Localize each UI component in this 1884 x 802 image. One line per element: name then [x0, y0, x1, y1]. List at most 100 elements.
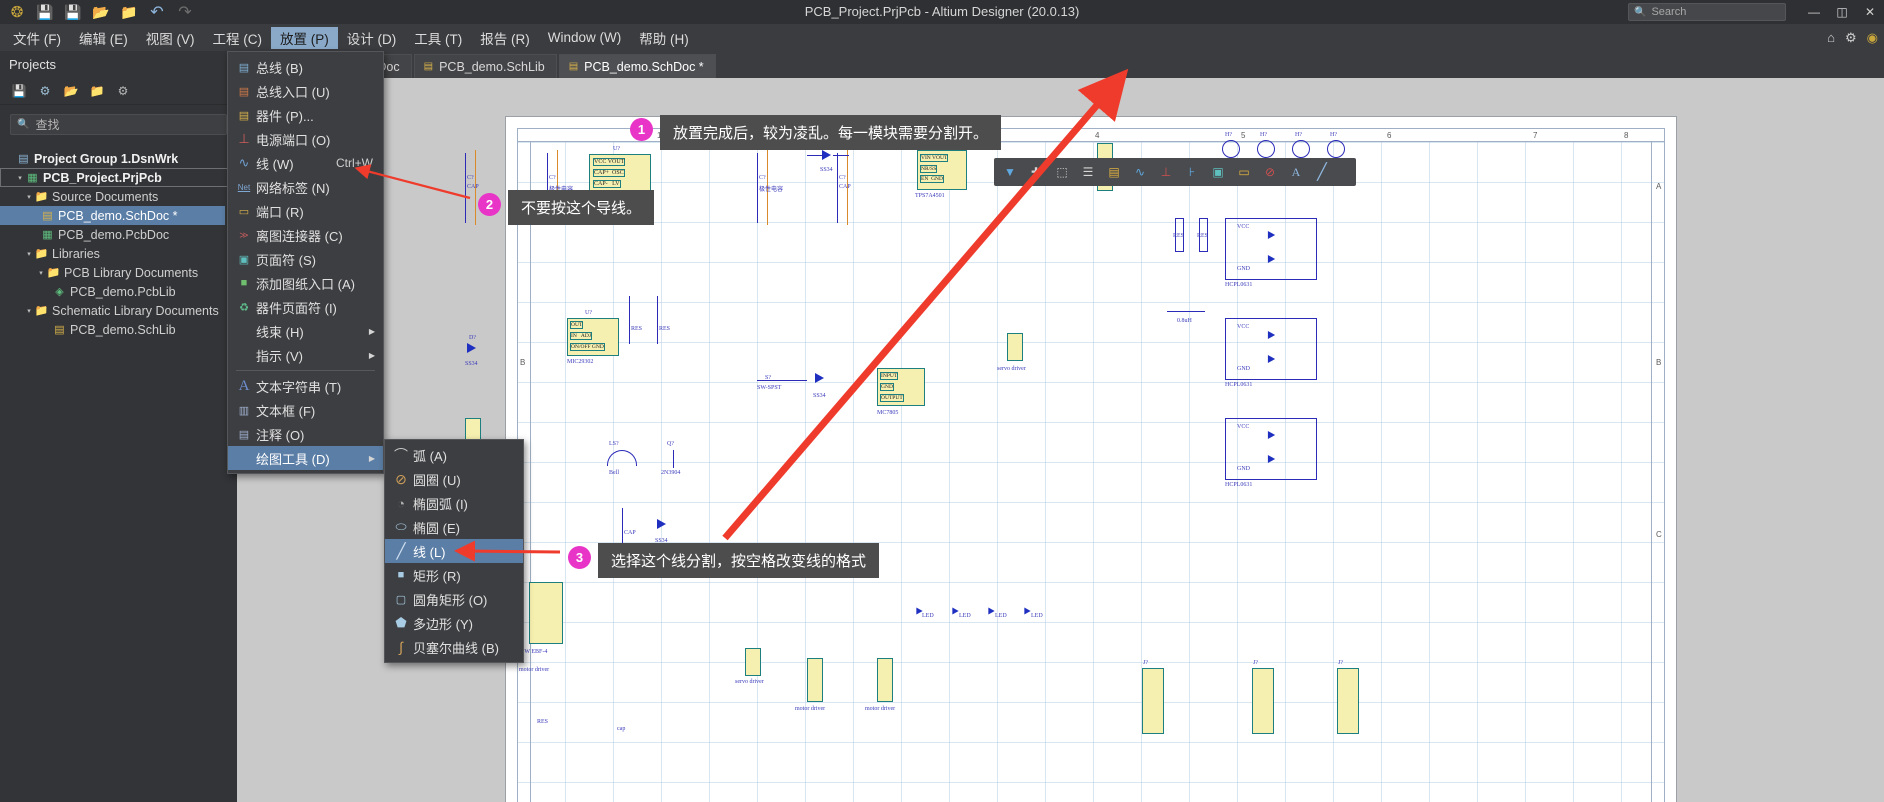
tree-item-source-documents[interactable]: ▾ 📁 Source Documents — [0, 187, 237, 206]
component-diode-ss34[interactable] — [657, 519, 666, 529]
no-erc-icon[interactable]: ⊘ — [1259, 161, 1281, 183]
component-connector-j3[interactable] — [1337, 668, 1359, 734]
tree-item-schematic-library-documents[interactable]: ▾ 📁 Schematic Library Documents — [0, 301, 237, 320]
submenu-item-line[interactable]: ╱ 线 (L) — [385, 539, 523, 563]
menu-item-harness[interactable]: 线束 (H) ▶ — [228, 319, 383, 343]
open-project-icon[interactable]: 📁 — [116, 1, 142, 23]
wire-icon[interactable]: ∿ — [1129, 161, 1151, 183]
submenu-item-polygon[interactable]: ⬟ 多边形 (Y) — [385, 611, 523, 635]
menu-file[interactable]: 文件 (F) — [4, 27, 70, 49]
sheet-symbol-icon[interactable]: ▣ — [1207, 161, 1229, 183]
net-label-icon[interactable]: ⊦ — [1181, 161, 1203, 183]
tree-item-pcbdoc[interactable]: ▦ PCB_demo.PcbDoc — [0, 225, 237, 244]
maximize-button[interactable]: ◫ — [1828, 0, 1856, 24]
menu-item-part[interactable]: ▤ 器件 (P)... — [228, 103, 383, 127]
tree-item-schlib[interactable]: ▤ PCB_demo.SchLib — [0, 320, 237, 339]
panel-add-icon[interactable]: 📁 — [86, 80, 108, 102]
menu-item-directives[interactable]: 指示 (V) ▶ — [228, 343, 383, 367]
text-string-icon[interactable]: A — [1285, 161, 1307, 183]
menu-window[interactable]: Window (W) — [539, 27, 631, 49]
menu-item-off-sheet-connector[interactable]: ≫ 离图连接器 (C) — [228, 223, 383, 247]
component-hole-4[interactable] — [1327, 140, 1345, 158]
menu-tools[interactable]: 工具 (T) — [405, 27, 471, 49]
rectangle-select-icon[interactable]: ⬚ — [1051, 161, 1073, 183]
panel-save-icon[interactable]: 💾 — [8, 80, 30, 102]
open-folder-icon[interactable]: 📂 — [88, 1, 114, 23]
power-port-icon[interactable]: ⊥ — [1155, 161, 1177, 183]
submenu-item-ellipse[interactable]: ⬭ 椭圆 (E) — [385, 515, 523, 539]
menu-help[interactable]: 帮助 (H) — [630, 27, 698, 49]
menu-item-bus-entry[interactable]: ▤ 总线入口 (U) — [228, 79, 383, 103]
component-hole-3[interactable] — [1292, 140, 1310, 158]
expander-icon[interactable]: ▾ — [36, 269, 46, 277]
component-diode-ss34[interactable] — [815, 373, 824, 383]
menu-edit[interactable]: 编辑 (E) — [70, 27, 137, 49]
save-all-icon[interactable]: 💾 — [60, 1, 86, 23]
user-icon[interactable]: ◉ — [1867, 30, 1878, 46]
save-icon[interactable]: 💾 — [32, 1, 58, 23]
place-menu-dropdown[interactable]: ▤ 总线 (B) ▤ 总线入口 (U) ▤ 器件 (P)... ⊥ 电源端口 (… — [227, 51, 384, 474]
gear-icon[interactable]: ⚙ — [1845, 30, 1857, 46]
menu-item-text-string[interactable]: A 文本字符串 (T) — [228, 374, 383, 398]
submenu-item-circle[interactable]: ⊘ 圆圈 (U) — [385, 467, 523, 491]
tree-item-libraries[interactable]: ▾ 📁 Libraries — [0, 244, 237, 263]
menu-view[interactable]: 视图 (V) — [137, 27, 204, 49]
component-led[interactable] — [988, 607, 995, 615]
expander-icon[interactable]: ▾ — [15, 174, 25, 182]
menu-place[interactable]: 放置 (P) — [271, 26, 338, 49]
altium-logo-icon[interactable]: ❂ — [4, 1, 30, 23]
redo-icon[interactable]: ↷ — [172, 1, 198, 23]
component-connector-j1[interactable] — [1142, 668, 1164, 734]
menu-item-note[interactable]: ▤ 注释 (O) — [228, 422, 383, 446]
align-left-icon[interactable]: ☰ — [1077, 161, 1099, 183]
tree-item-pcb-library-documents[interactable]: ▾ 📁 PCB Library Documents — [0, 263, 237, 282]
component-servo-driver-3[interactable] — [1007, 333, 1023, 361]
menu-project[interactable]: 工程 (C) — [204, 27, 272, 49]
tree-item-workspace[interactable]: ▤ Project Group 1.DsnWrk — [0, 149, 237, 168]
menu-design[interactable]: 设计 (D) — [338, 27, 406, 49]
menu-item-net-label[interactable]: Net 网络标签 (N) — [228, 175, 383, 199]
undo-icon[interactable]: ↶ — [144, 1, 170, 23]
component-hole-2[interactable] — [1257, 140, 1275, 158]
expander-icon[interactable]: ▾ — [24, 193, 34, 201]
tab-pcb-demo-schlib[interactable]: ▤ PCB_demo.SchLib — [413, 54, 557, 78]
menu-item-power-port[interactable]: ⊥ 电源端口 (O) — [228, 127, 383, 151]
submenu-item-bezier[interactable]: ∫ 贝塞尔曲线 (B) — [385, 635, 523, 659]
port-icon[interactable]: ▭ — [1233, 161, 1255, 183]
line-icon[interactable]: ╱ — [1311, 161, 1333, 183]
global-search-input[interactable]: 🔍 Search — [1628, 3, 1786, 21]
tree-item-project[interactable]: ▾ ▦ PCB_Project.PrjPcb — [0, 168, 233, 187]
menu-item-sheet-symbol[interactable]: ▣ 页面符 (S) — [228, 247, 383, 271]
tree-item-pcblib[interactable]: ◈ PCB_demo.PcbLib — [0, 282, 237, 301]
filter-icon[interactable]: ▼ — [999, 161, 1021, 183]
menu-item-bus[interactable]: ▤ 总线 (B) — [228, 55, 383, 79]
floating-placement-toolbar[interactable]: ▼ ✚ ⬚ ☰ ▤ ∿ ⊥ ⊦ ▣ ▭ ⊘ A ╱ — [994, 158, 1356, 186]
drawing-tools-submenu[interactable]: ⌒ 弧 (A) ⊘ 圆圈 (U) ◔ 椭圆弧 (I) ⬭ 椭圆 (E) ╱ 线 … — [384, 439, 524, 663]
component-diode-ss34[interactable] — [467, 343, 476, 353]
component-motor-driver-1[interactable] — [807, 658, 823, 702]
submenu-item-rounded-rectangle[interactable]: ▢ 圆角矩形 (O) — [385, 587, 523, 611]
panel-compile-icon[interactable]: ⚙ — [34, 80, 56, 102]
component-motor-driver-2[interactable] — [877, 658, 893, 702]
minimize-button[interactable]: — — [1800, 0, 1828, 24]
menu-item-drawing-tools[interactable]: 绘图工具 (D) ▶ — [228, 446, 383, 470]
tree-item-schdoc[interactable]: ▤ PCB_demo.SchDoc * — [0, 206, 225, 225]
component-servo-driver-4[interactable] — [745, 648, 761, 676]
expander-icon[interactable]: ▾ — [24, 307, 34, 315]
submenu-item-elliptical-arc[interactable]: ◔ 椭圆弧 (I) — [385, 491, 523, 515]
component-led[interactable] — [1024, 607, 1031, 615]
panel-open-icon[interactable]: 📂 — [60, 80, 82, 102]
home-icon[interactable]: ⌂ — [1827, 30, 1835, 45]
submenu-item-arc[interactable]: ⌒ 弧 (A) — [385, 443, 523, 467]
component-sw-ebf-4[interactable] — [529, 582, 563, 644]
component-icon[interactable]: ▤ — [1103, 161, 1125, 183]
component-hole-1[interactable] — [1222, 140, 1240, 158]
projects-search-input[interactable]: 🔍 查找 — [10, 114, 227, 135]
close-button[interactable]: ✕ — [1856, 0, 1884, 24]
submenu-item-rectangle[interactable]: ■ 矩形 (R) — [385, 563, 523, 587]
expander-icon[interactable]: ▾ — [24, 250, 34, 258]
component-led[interactable] — [916, 607, 923, 615]
panel-settings-icon[interactable]: ⚙ — [112, 80, 134, 102]
menu-item-port[interactable]: ▭ 端口 (R) — [228, 199, 383, 223]
menu-item-wire[interactable]: ∿ 线 (W) Ctrl+W — [228, 151, 383, 175]
